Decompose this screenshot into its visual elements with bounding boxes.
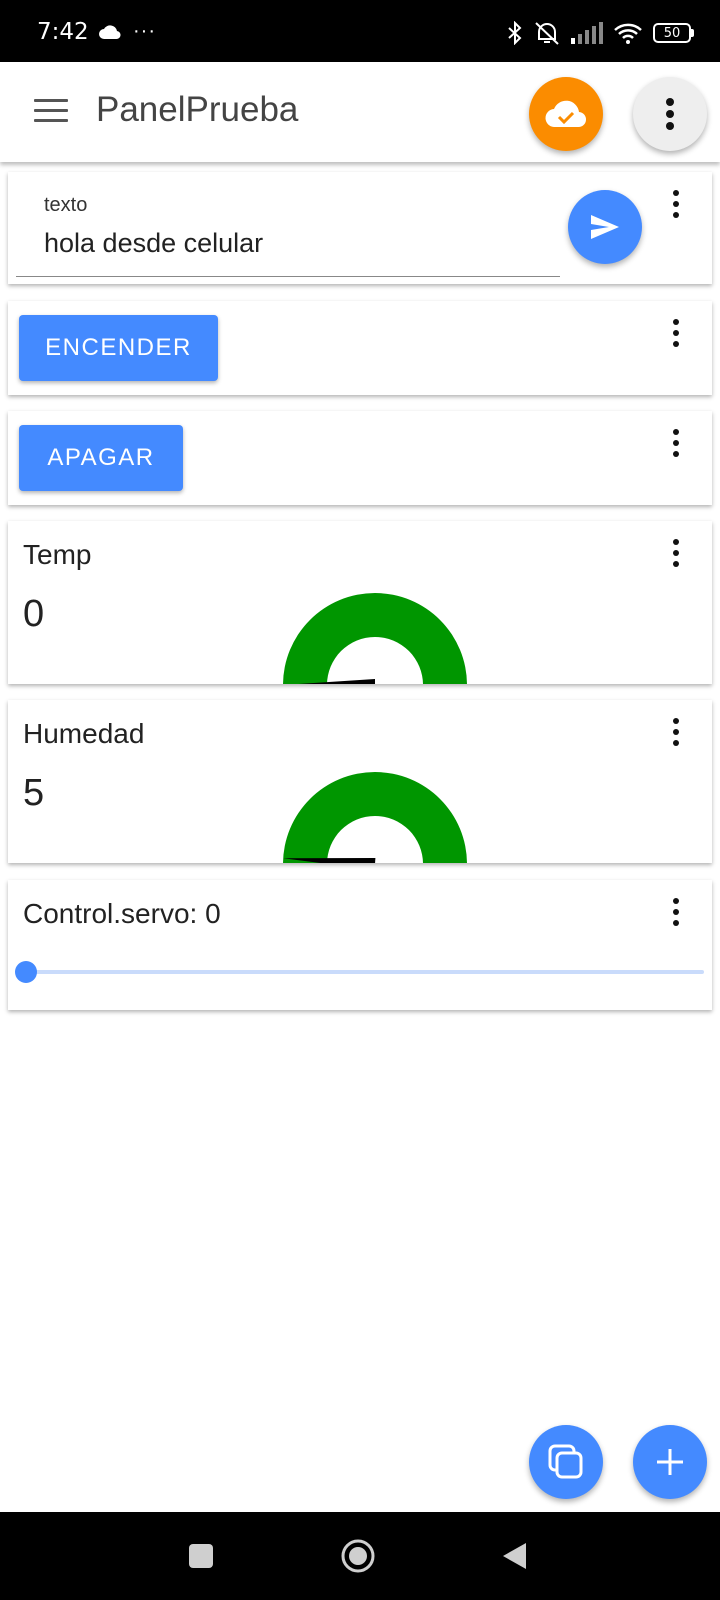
add-widget-button[interactable] xyxy=(633,1425,707,1499)
humedad-gauge-card: Humedad 5 xyxy=(8,700,712,863)
servo-slider[interactable] xyxy=(15,961,704,983)
temp-gauge-value: 0 xyxy=(23,593,45,635)
status-bar: 7:42 ··· 50 xyxy=(0,0,720,62)
temp-gauge-card: Temp 0 xyxy=(8,521,712,684)
humedad-gauge-value: 5 xyxy=(23,772,45,814)
add-icon xyxy=(657,1449,683,1475)
page-title: PanelPrueba xyxy=(96,90,299,129)
send-icon xyxy=(591,215,619,239)
signal-icon xyxy=(571,22,603,44)
back-icon xyxy=(503,1543,526,1569)
send-button[interactable] xyxy=(568,190,642,264)
home-button[interactable] xyxy=(338,1536,378,1576)
temp-gauge-more-icon[interactable] xyxy=(666,539,686,571)
back-button[interactable] xyxy=(494,1536,534,1576)
apagar-widget-more-icon[interactable] xyxy=(666,429,686,461)
encender-widget-more-icon[interactable] xyxy=(666,319,686,351)
wifi-icon xyxy=(614,23,642,44)
recents-icon xyxy=(189,1544,213,1568)
text-input[interactable] xyxy=(44,228,524,259)
temp-gauge xyxy=(283,593,467,684)
temp-gauge-label: Temp xyxy=(23,539,92,570)
text-field-label: texto xyxy=(44,194,88,216)
more-vert-icon xyxy=(666,98,674,130)
battery-icon: 50 xyxy=(653,23,694,43)
system-nav-bar xyxy=(0,1512,720,1600)
status-time: 7:42 xyxy=(37,19,89,45)
alarm-off-icon xyxy=(535,22,559,45)
text-field-underline xyxy=(16,276,560,277)
text-widget-more-icon[interactable] xyxy=(666,190,686,222)
status-overflow-dots: ··· xyxy=(133,20,156,42)
cloud-icon xyxy=(99,25,121,40)
humedad-gauge-more-icon[interactable] xyxy=(666,718,686,750)
cloud-check-icon xyxy=(545,100,587,128)
app-bar: PanelPrueba xyxy=(0,62,720,162)
cloud-sync-button[interactable] xyxy=(529,77,603,151)
servo-slider-thumb[interactable] xyxy=(15,961,37,983)
menu-icon[interactable] xyxy=(34,99,68,125)
duplicate-button[interactable] xyxy=(529,1425,603,1499)
encender-widget-card: ENCENDER xyxy=(8,301,712,395)
battery-level: 50 xyxy=(653,23,691,43)
apagar-button[interactable]: APAGAR xyxy=(19,425,183,491)
status-icons: 50 xyxy=(507,20,694,46)
home-icon xyxy=(341,1539,375,1573)
humedad-gauge-label: Humedad xyxy=(23,718,145,749)
servo-slider-more-icon[interactable] xyxy=(666,898,686,930)
more-options-button[interactable] xyxy=(633,77,707,151)
recents-button[interactable] xyxy=(181,1536,221,1576)
text-widget-card: texto xyxy=(8,172,712,284)
apagar-widget-card: APAGAR xyxy=(8,411,712,505)
copy-icon xyxy=(548,1444,583,1479)
servo-slider-label: Control.servo: 0 xyxy=(23,898,221,929)
servo-slider-card: Control.servo: 0 xyxy=(8,880,712,1010)
humedad-gauge xyxy=(283,772,467,863)
bluetooth-icon xyxy=(508,21,522,45)
encender-button[interactable]: ENCENDER xyxy=(19,315,218,381)
